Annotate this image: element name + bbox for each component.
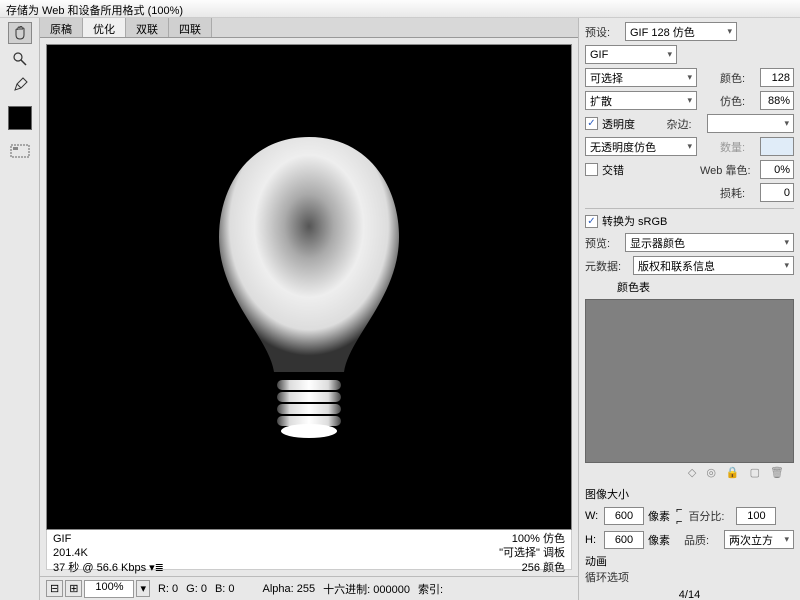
toolbox — [0, 18, 40, 600]
ct-all-icon[interactable]: ◎ — [706, 466, 716, 479]
eyedropper-tool[interactable] — [8, 74, 32, 96]
status-index: 索引: — [418, 581, 443, 597]
link-icon[interactable]: ⌐⌐ — [676, 504, 682, 528]
foreground-color-swatch[interactable] — [8, 106, 32, 130]
preview-canvas[interactable] — [46, 44, 572, 530]
frame-indicator: 4/14 — [679, 589, 700, 600]
info-size: 201.4K — [53, 546, 164, 560]
lossy-input[interactable] — [760, 183, 794, 202]
status-bar: ⊟ ⊞ 100% ▾ R: 0 G: 0 B: 0 Alpha: 255 十六进… — [40, 576, 578, 600]
status-g: G: 0 — [186, 583, 207, 595]
height-unit: 像素 — [648, 532, 670, 548]
imagesize-label: 图像大小 — [585, 486, 794, 502]
settings-panel: 预设: GIF 128 仿色 GIF 可选择 颜色: 扩散 仿色: ✓ 透明度 … — [578, 18, 800, 600]
percent-label: 百分比: — [688, 508, 732, 524]
transparency-checkbox[interactable]: ✓ — [585, 117, 598, 130]
preview-dropdown[interactable]: 显示器颜色 — [625, 233, 794, 252]
preview-area: 原稿 优化 双联 四联 — [40, 18, 578, 600]
colors-input[interactable] — [760, 68, 794, 87]
preview-info: GIF 201.4K 37 秒 @ 56.6 Kbps ▾≣ 100% 仿色 "… — [46, 530, 572, 570]
interlaced-label: 交错 — [602, 162, 624, 178]
tab-optimized[interactable]: 优化 — [83, 18, 126, 37]
matte-label: 杂边: — [667, 116, 703, 132]
tab-2up[interactable]: 双联 — [126, 18, 169, 37]
width-input[interactable] — [604, 507, 644, 525]
interlaced-checkbox[interactable] — [585, 163, 598, 176]
zoom-out-icon[interactable]: ⊟ — [46, 580, 63, 597]
height-input[interactable] — [604, 531, 644, 549]
websnap-label: Web 靠色: — [700, 162, 756, 178]
reduction-dropdown[interactable]: 可选择 — [585, 68, 697, 87]
tab-4up[interactable]: 四联 — [169, 18, 212, 37]
lossy-label: 损耗: — [720, 185, 756, 201]
hand-tool[interactable] — [8, 22, 32, 44]
zoom-dropdown-icon[interactable]: ▾ — [136, 580, 150, 597]
status-hex: 十六进制: 000000 — [323, 581, 410, 597]
amount-label: 数量: — [720, 139, 756, 155]
transparency-label: 透明度 — [602, 116, 635, 132]
main-layout: 原稿 优化 双联 四联 — [0, 18, 800, 600]
convert-srgb-label: 转换为 sRGB — [602, 213, 667, 229]
info-palette: "可选择" 调板 — [499, 546, 565, 560]
window-title: 存储为 Web 和设备所用格式 (100%) — [0, 0, 800, 18]
matte-dropdown[interactable] — [707, 114, 795, 133]
quality-dropdown[interactable]: 两次立方 — [724, 530, 794, 549]
colors-label: 颜色: — [720, 70, 756, 86]
metadata-dropdown[interactable]: 版权和联系信息 — [633, 256, 794, 275]
lightbulb-image — [169, 97, 449, 477]
info-dither: 100% 仿色 — [499, 532, 565, 546]
status-b: B: 0 — [215, 583, 235, 595]
dither-label: 仿色: — [720, 93, 756, 109]
height-label: H: — [585, 534, 600, 546]
amount-input[interactable] — [760, 137, 794, 156]
ct-new-icon[interactable]: ▢ — [750, 466, 760, 479]
anim-label: 动画 — [585, 553, 794, 569]
info-speed: 37 秒 @ 56.6 Kbps ▾≣ — [53, 561, 164, 575]
convert-srgb-checkbox[interactable]: ✓ — [585, 215, 598, 228]
ct-lock-icon[interactable]: 🔒 — [726, 466, 740, 479]
metadata-label: 元数据: — [585, 258, 629, 274]
preview-tabs: 原稿 优化 双联 四联 — [40, 18, 578, 38]
status-alpha: Alpha: 255 — [263, 583, 316, 595]
quality-label: 品质: — [684, 532, 720, 548]
percent-input[interactable] — [736, 507, 776, 525]
colortable-toolbar: ◇ ◎ 🔒 ▢ 🗑 — [585, 463, 794, 482]
dither-input[interactable] — [760, 91, 794, 110]
dither-method-dropdown[interactable]: 扩散 — [585, 91, 697, 110]
zoom-tool[interactable] — [8, 48, 32, 70]
preset-dropdown[interactable]: GIF 128 仿色 — [625, 22, 737, 41]
info-colors: 256 颜色 — [499, 561, 565, 575]
color-table[interactable] — [585, 299, 794, 463]
ct-select-icon[interactable]: ◇ — [688, 466, 696, 479]
status-r: R: 0 — [158, 583, 178, 595]
websnap-input[interactable] — [760, 160, 794, 179]
loop-label: 循环选项 — [585, 569, 635, 585]
width-label: W: — [585, 510, 600, 522]
zoom-in-icon[interactable]: ⊞ — [65, 580, 82, 597]
preview-label: 预览: — [585, 235, 621, 251]
info-format: GIF — [53, 532, 164, 546]
slice-select-tool[interactable] — [8, 140, 32, 162]
width-unit: 像素 — [648, 508, 670, 524]
format-dropdown[interactable]: GIF — [585, 45, 677, 64]
preset-label: 预设: — [585, 24, 621, 40]
trans-dither-dropdown[interactable]: 无透明度仿色 — [585, 137, 697, 156]
zoom-input[interactable]: 100% — [84, 580, 134, 598]
ct-trash-icon[interactable]: 🗑 — [770, 466, 784, 479]
colortable-label: 颜色表 — [585, 279, 794, 295]
canvas-wrap: GIF 201.4K 37 秒 @ 56.6 Kbps ▾≣ 100% 仿色 "… — [40, 38, 578, 576]
tab-original[interactable]: 原稿 — [40, 18, 83, 37]
